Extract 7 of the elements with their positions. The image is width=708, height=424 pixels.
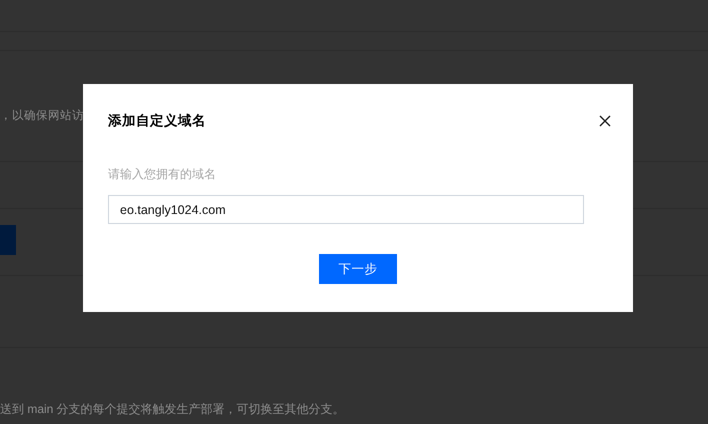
domain-input-field[interactable]: eo.tangly1024.com	[108, 195, 584, 224]
dialog-title: 添加自定义域名	[108, 112, 206, 130]
background-text: 送到 main 分支的每个提交将触发生产部署，可切换至其他分支。	[0, 401, 345, 418]
close-icon[interactable]	[599, 115, 611, 127]
background-text: ，以确保网站访	[0, 108, 84, 123]
next-button[interactable]: 下一步	[319, 254, 397, 284]
field-label: 请输入您拥有的域名	[108, 166, 216, 183]
